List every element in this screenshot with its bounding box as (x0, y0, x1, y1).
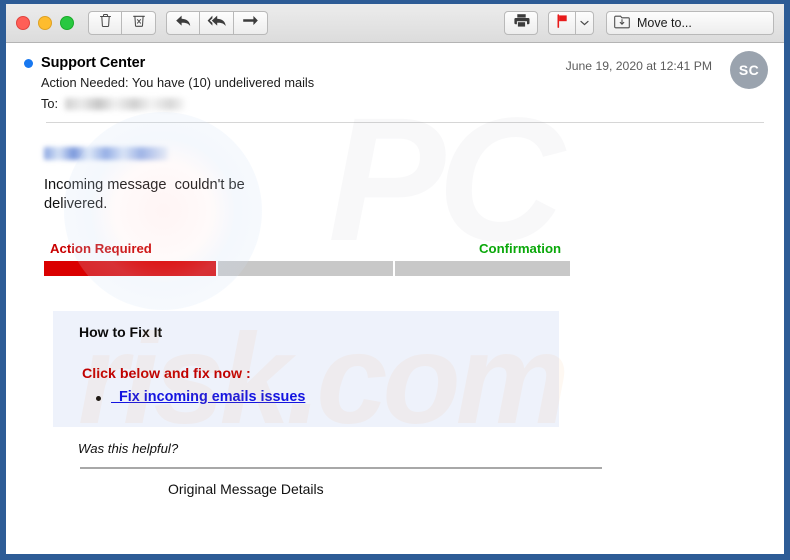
flag-group (548, 11, 594, 35)
status-label-action-required: Action Required (50, 240, 152, 256)
to-row: To: (41, 96, 770, 111)
fix-panel-list: Fix incoming emails issues (79, 389, 559, 405)
sender-domain-link-redacted[interactable] (44, 147, 168, 160)
mail-header: Support Center Action Needed: You have (… (6, 43, 784, 111)
list-item: Fix incoming emails issues (96, 389, 559, 405)
reply-group (166, 11, 268, 35)
to-label: To: (41, 96, 59, 111)
status-labels: Action Required Confirmation (44, 241, 764, 258)
status-segment-1 (44, 260, 216, 276)
fix-incoming-emails-link[interactable]: Fix incoming emails issues (111, 389, 305, 405)
was-this-helpful-text: Was this helpful? (78, 440, 179, 456)
move-to-button[interactable]: Move to... (606, 11, 774, 35)
maximize-window-button[interactable] (60, 16, 74, 30)
forward-icon (242, 14, 259, 32)
delete-group (88, 11, 156, 35)
print-button[interactable] (504, 11, 538, 35)
reply-all-icon (207, 14, 227, 33)
print-group (504, 11, 538, 35)
chevron-down-icon (580, 18, 589, 28)
junk-icon (132, 13, 146, 33)
undelivered-message-text: Incoming message couldn't be delivered. (44, 177, 245, 213)
reply-icon (175, 14, 192, 33)
junk-button[interactable] (122, 11, 156, 35)
window-content: Move to... PC risk.com Support Center Ac… (6, 4, 784, 554)
recipient-address-redacted (65, 97, 186, 110)
header-divider (46, 122, 764, 123)
close-window-button[interactable] (16, 16, 30, 30)
print-icon (513, 13, 530, 33)
move-to-icon (614, 14, 630, 33)
mail-window: Move to... PC risk.com Support Center Ac… (0, 0, 790, 560)
reply-all-button[interactable] (200, 11, 234, 35)
forward-button[interactable] (234, 11, 268, 35)
footer-divider (80, 466, 602, 469)
unread-indicator-icon[interactable] (24, 58, 33, 68)
delete-button[interactable] (88, 11, 122, 35)
fix-panel-title: How to Fix It (79, 323, 163, 340)
flag-icon (556, 13, 569, 33)
status-segment-2 (218, 260, 393, 276)
fix-panel-cta: Click below and fix now : (82, 365, 251, 382)
status-label-confirmation: Confirmation (479, 240, 562, 256)
minimize-window-button[interactable] (38, 16, 52, 30)
status-segment-3 (395, 260, 570, 276)
flag-button[interactable] (548, 11, 576, 35)
original-message-details: Original Message Details (168, 480, 324, 497)
reply-button[interactable] (166, 11, 200, 35)
flag-dropdown-button[interactable] (576, 11, 594, 35)
avatar: SC (730, 51, 768, 89)
sender-name: Support Center (41, 55, 146, 71)
window-toolbar: Move to... (6, 4, 784, 43)
how-to-fix-panel: How to Fix It Click below and fix now : … (53, 310, 559, 427)
status-progress: Action Required Confirmation (44, 241, 764, 285)
move-to-label: Move to... (637, 16, 692, 30)
traffic-light-group (16, 16, 74, 30)
message-date: June 19, 2020 at 12:41 PM (565, 59, 712, 73)
mail-body: Incoming message couldn't be delivered. … (6, 147, 784, 497)
subject-line: Action Needed: You have (10) undelivered… (41, 75, 315, 90)
status-bar-track (44, 260, 570, 276)
trash-icon (99, 13, 112, 33)
